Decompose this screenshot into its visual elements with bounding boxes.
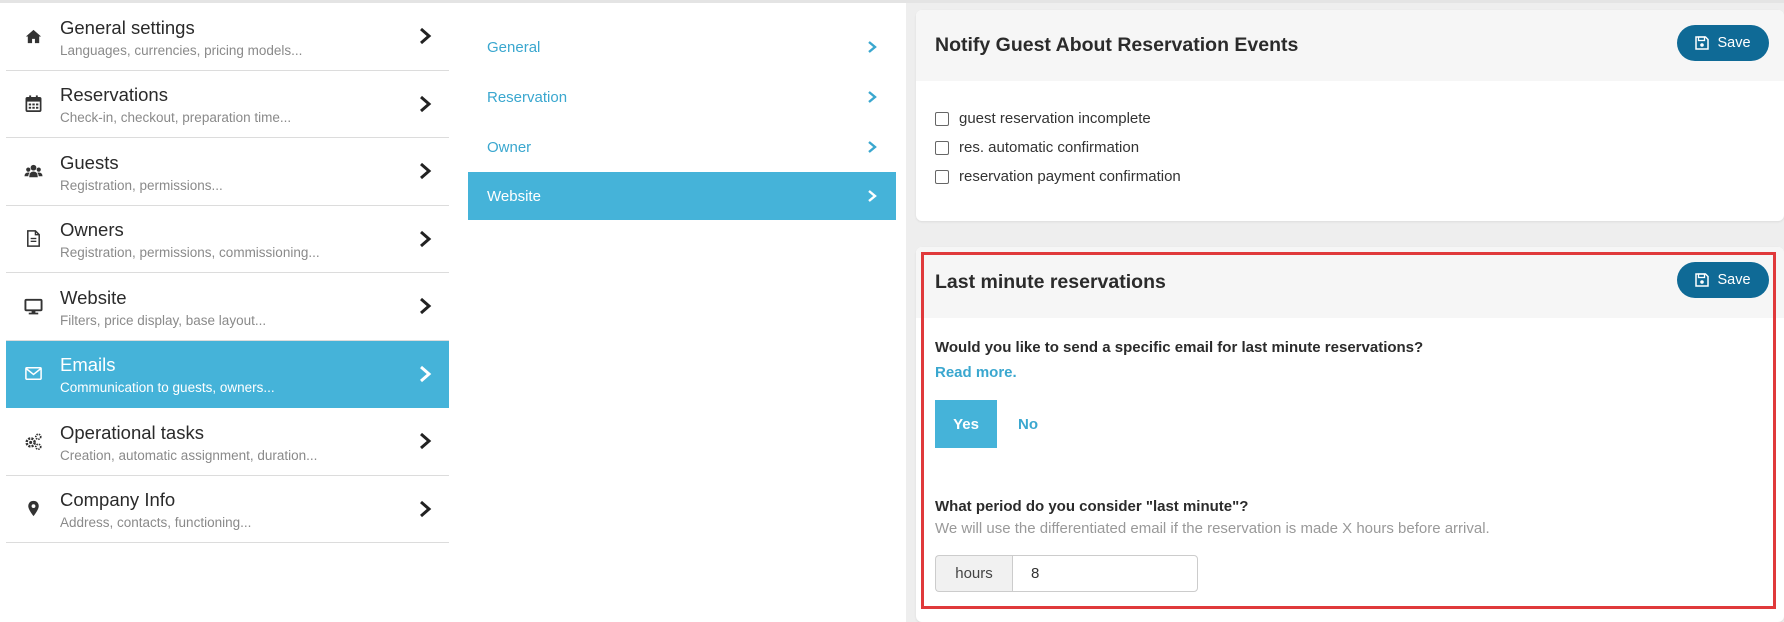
card-header: Last minute reservations Save [916,247,1784,318]
home-icon [6,27,60,46]
checkbox-row[interactable]: reservation payment confirmation [935,162,1784,191]
chevron-right-icon [420,28,432,45]
save-button-label: Save [1717,272,1751,288]
chevron-right-icon [868,190,877,202]
menu-item-subtitle: Address, contacts, functioning... [60,515,252,531]
menu-item-title: Reservations [60,84,168,106]
submenu-item-label: Reservation [487,88,568,106]
checkbox-label: guest reservation incomplete [959,110,1151,127]
hours-addon: hours [935,555,1012,592]
menu-item-subtitle: Languages, currencies, pricing models... [60,42,303,58]
event-checkbox-list: guest reservation incomplete res. automa… [916,81,1784,191]
checkbox-row[interactable]: guest reservation incomplete [935,104,1784,133]
menu-item-general-settings[interactable]: General settings Languages, currencies, … [6,3,449,71]
submenu-item-website[interactable]: Website [468,172,896,220]
submenu-item-owner[interactable]: Owner [468,122,896,172]
chevron-right-icon [868,91,877,103]
submenu-item-label: General [487,38,541,56]
gears-icon [6,432,60,451]
map-pin-icon [6,499,60,518]
hours-input-group: hours 8 [935,555,1198,592]
settings-content: Notify Guest About Reservation Events Sa… [906,3,1784,622]
period-question: What period do you consider "last minute… [935,498,1249,515]
save-button-label: Save [1717,35,1751,51]
users-icon [6,162,60,181]
chevron-right-icon [868,141,877,153]
menu-item-subtitle: Filters, price display, base layout... [60,312,267,328]
submenu-item-label: Website [487,187,541,205]
checkbox-label: reservation payment confirmation [959,168,1181,185]
menu-item-title: General settings [60,16,195,38]
menu-item-title: Emails [60,354,116,376]
hours-input[interactable]: 8 [1012,555,1198,592]
last-minute-card: Last minute reservations Save Would you … [916,247,1784,622]
menu-item-subtitle: Registration, permissions, commissioning… [60,245,320,261]
submenu-item-reservation[interactable]: Reservation [468,72,896,122]
card-header: Notify Guest About Reservation Events Sa… [916,10,1784,81]
menu-item-subtitle: Communication to guests, owners... [60,380,275,396]
chevron-right-icon [420,500,432,517]
menu-item-owners[interactable]: Owners Registration, permissions, commis… [6,205,449,273]
chevron-right-icon [420,230,432,247]
menu-item-subtitle: Creation, automatic assignment, duration… [60,447,318,463]
card-title: Last minute reservations [935,271,1166,293]
checkbox-label: res. automatic confirmation [959,139,1140,156]
floppy-disk-icon [1695,36,1710,50]
menu-item-title: Operational tasks [60,421,204,443]
menu-item-company-info[interactable]: Company Info Address, contacts, function… [6,475,449,543]
yes-button[interactable]: Yes [935,400,997,448]
menu-item-reservations[interactable]: Reservations Check-in, checkout, prepara… [6,70,449,138]
submenu-item-general[interactable]: General [468,22,896,72]
chevron-right-icon [420,163,432,180]
last-minute-question: Would you like to send a specific email … [935,339,1424,356]
chevron-right-icon [868,41,877,53]
submenu-item-label: Owner [487,138,532,156]
card-title: Notify Guest About Reservation Events [935,34,1299,56]
envelope-icon [6,364,60,383]
checkbox-row[interactable]: res. automatic confirmation [935,133,1784,162]
checkbox[interactable] [935,111,949,126]
document-icon [6,229,60,248]
menu-item-operational-tasks[interactable]: Operational tasks Creation, automatic as… [6,408,449,476]
menu-item-title: Guests [60,151,119,173]
menu-item-website[interactable]: Website Filters, price display, base lay… [6,273,449,341]
chevron-right-icon [420,95,432,112]
chevron-right-icon [420,298,432,315]
menu-item-title: Owners [60,219,124,241]
floppy-disk-icon [1695,273,1710,287]
chevron-right-icon [420,365,432,382]
checkbox[interactable] [935,169,949,184]
menu-item-subtitle: Registration, permissions... [60,177,223,193]
chevron-right-icon [420,433,432,450]
yes-no-toggle: Yes No [935,400,1765,448]
menu-item-title: Website [60,286,127,308]
menu-item-guests[interactable]: Guests Registration, permissions... [6,138,449,206]
checkbox[interactable] [935,140,949,155]
monitor-icon [6,297,60,316]
menu-item-title: Company Info [60,489,176,511]
period-hint: We will use the differentiated email if … [935,520,1490,537]
menu-item-emails[interactable]: Emails Communication to guests, owners..… [6,340,449,408]
menu-item-subtitle: Check-in, checkout, preparation time... [60,110,292,126]
card-body: Would you like to send a specific email … [916,318,1784,592]
save-button[interactable]: Save [1677,25,1769,61]
save-button[interactable]: Save [1677,262,1769,298]
no-button[interactable]: No [997,400,1059,448]
email-submenu: General Reservation Owner Website [468,22,896,220]
read-more-link[interactable]: Read more. [935,364,1017,381]
notify-guest-card: Notify Guest About Reservation Events Sa… [916,10,1784,221]
settings-menu: General settings Languages, currencies, … [6,3,449,543]
calendar-icon [6,94,60,113]
